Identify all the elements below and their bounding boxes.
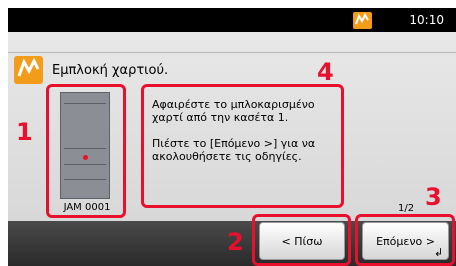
callout-frame-back xyxy=(252,214,351,266)
page-title: Εμπλοκή χαρτιού. xyxy=(52,63,169,78)
callout-frame-next xyxy=(355,214,455,266)
callout-frame-message xyxy=(141,84,344,208)
callout-number: 3 xyxy=(425,183,442,211)
jam-screen: 10:10 Εμπλοκή χαρτιού. JAM 0001 Αφαιρέστ… xyxy=(0,0,456,266)
clock: 10:10 xyxy=(409,13,444,27)
page-indicator: 1/2 xyxy=(398,203,415,214)
paper-jam-warning-icon[interactable] xyxy=(353,12,372,29)
callout-number: 2 xyxy=(227,228,244,256)
callout-number: 1 xyxy=(16,118,33,146)
divider xyxy=(8,52,456,53)
paper-jam-warning-icon xyxy=(14,56,43,84)
status-bar: 10:10 xyxy=(8,8,456,32)
callout-number: 4 xyxy=(317,58,334,86)
callout-frame-illustration xyxy=(46,84,126,218)
